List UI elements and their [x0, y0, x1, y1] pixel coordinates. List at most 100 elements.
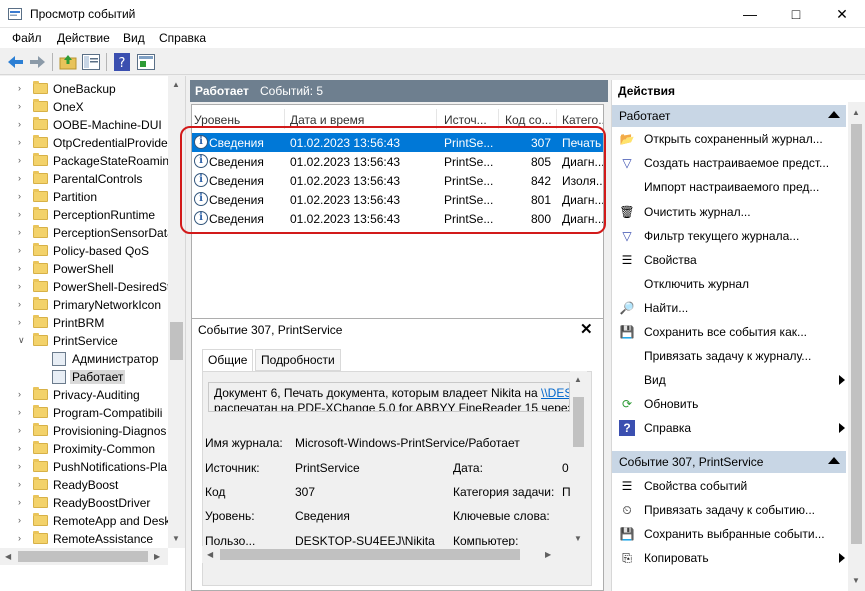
tree-child-item[interactable]: Работает	[0, 368, 170, 386]
collapsed-chevron-icon[interactable]: ›	[18, 479, 28, 489]
tree-item[interactable]: › PerceptionRuntime	[0, 206, 170, 224]
action-item[interactable]: ▽ Создать настраиваемое предст...	[617, 152, 845, 174]
help-icon[interactable]: ?	[112, 52, 132, 72]
menu-view[interactable]: Вид	[123, 31, 145, 45]
collapsed-chevron-icon[interactable]: ›	[18, 101, 28, 111]
tree-item[interactable]: › ReadyBoost	[0, 476, 170, 494]
actions-scroll-thumb[interactable]	[851, 124, 862, 544]
close-button[interactable]: ✕	[819, 0, 865, 28]
expanded-chevron-icon[interactable]: ∨	[18, 335, 28, 345]
collapsed-chevron-icon[interactable]: ›	[18, 191, 28, 201]
action-item[interactable]: Отключить журнал	[617, 273, 845, 295]
tree-item[interactable]: › RemoteAssistance	[0, 530, 170, 548]
action-item[interactable]: ⎘ Копировать	[617, 547, 845, 569]
collapsed-chevron-icon[interactable]: ›	[18, 425, 28, 435]
tree-item[interactable]: › PrintBRM	[0, 314, 170, 332]
action-item[interactable]: ▽ Фильтр текущего журнала...	[617, 225, 845, 247]
collapsed-chevron-icon[interactable]: ›	[18, 299, 28, 309]
col-category[interactable]: Катего...	[562, 113, 603, 127]
action-item[interactable]: Импорт настраиваемого пред...	[617, 176, 845, 198]
forward-arrow-icon[interactable]	[27, 52, 47, 72]
action-item[interactable]: ⏲ Привязать задачу к событию...	[617, 499, 845, 521]
action-item[interactable]: ? Справка	[617, 417, 845, 439]
show-hide-tree-icon[interactable]	[81, 52, 101, 72]
collapsed-chevron-icon[interactable]: ›	[18, 407, 28, 417]
tree-item[interactable]: › OtpCredentialProvide	[0, 134, 170, 152]
col-source[interactable]: Источ...	[444, 113, 487, 127]
col-event-id[interactable]: Код со...	[505, 113, 552, 127]
collapsed-chevron-icon[interactable]: ›	[18, 443, 28, 453]
tree-item[interactable]: › PowerShell-DesiredSt	[0, 278, 170, 296]
menu-help[interactable]: Справка	[159, 31, 206, 45]
tree-item[interactable]: › Privacy-Auditing	[0, 386, 170, 404]
collapsed-chevron-icon[interactable]: ›	[18, 119, 28, 129]
collapsed-chevron-icon[interactable]: ›	[18, 317, 28, 327]
maximize-button[interactable]: □	[773, 0, 819, 28]
collapse-up-icon[interactable]	[828, 111, 840, 118]
action-item[interactable]: ⟳ Обновить	[617, 393, 845, 415]
tree-item[interactable]: › PerceptionSensorData	[0, 224, 174, 242]
actions-section-event[interactable]: Событие 307, PrintService	[612, 451, 846, 473]
detail-vscroll-thumb[interactable]	[573, 397, 584, 447]
detail-vertical-scrollbar[interactable]: ▲ ▼	[570, 371, 587, 546]
action-item[interactable]: 💾 Сохранить все события как...	[617, 321, 845, 343]
tree-item[interactable]: › ReadyBoostDriver	[0, 494, 170, 512]
description-link[interactable]: \\DESK	[541, 386, 569, 400]
collapsed-chevron-icon[interactable]: ›	[18, 137, 28, 147]
minimize-button[interactable]: —	[727, 0, 773, 28]
tree-item[interactable]: › Provisioning-Diagnos	[0, 422, 170, 440]
tree-item[interactable]: › PowerShell	[0, 260, 170, 278]
up-folder-icon[interactable]	[58, 52, 78, 72]
collapsed-chevron-icon[interactable]: ›	[18, 497, 28, 507]
collapsed-chevron-icon[interactable]: ›	[18, 533, 28, 543]
tab-general[interactable]: Общие	[202, 349, 254, 372]
tree-horizontal-scrollbar[interactable]: ◀ ▶	[0, 548, 168, 565]
detail-close-icon[interactable]: ✕	[580, 320, 593, 338]
collapsed-chevron-icon[interactable]: ›	[18, 389, 28, 399]
tree-item[interactable]: › OneX	[0, 98, 170, 116]
tree-item[interactable]: › RemoteApp and Desk	[0, 512, 170, 530]
tree-item[interactable]: › OOBE-Machine-DUI	[0, 116, 170, 134]
collapse-up-icon[interactable]	[828, 457, 840, 464]
tree-item[interactable]: › Partition	[0, 188, 170, 206]
col-level[interactable]: Уровень	[194, 113, 240, 127]
tree-child-item[interactable]: Администратор	[0, 350, 170, 368]
collapsed-chevron-icon[interactable]: ›	[18, 461, 28, 471]
tree-hscroll-thumb[interactable]	[18, 551, 148, 562]
tab-details[interactable]: Подробности	[255, 349, 341, 371]
collapsed-chevron-icon[interactable]: ›	[18, 173, 28, 183]
actions-vertical-scrollbar[interactable]: ▲ ▼	[848, 102, 865, 591]
tree-item[interactable]: › PackageStateRoaming	[0, 152, 176, 170]
tree-item[interactable]: ∨ PrintService	[0, 332, 170, 350]
detail-hscroll-thumb[interactable]	[220, 549, 520, 560]
tree-item[interactable]: › Policy-based QoS	[0, 242, 170, 260]
action-item[interactable]: Вид	[617, 369, 845, 391]
collapsed-chevron-icon[interactable]: ›	[18, 155, 28, 165]
tree-item[interactable]: › OneBackup	[0, 80, 170, 98]
collapsed-chevron-icon[interactable]: ›	[18, 263, 28, 273]
tree-item[interactable]: › Proximity-Common	[0, 440, 170, 458]
col-datetime[interactable]: Дата и время	[290, 113, 364, 127]
back-arrow-icon[interactable]	[6, 52, 26, 72]
tree-item[interactable]: › PushNotifications-Pla	[0, 458, 170, 476]
collapsed-chevron-icon[interactable]: ›	[18, 209, 28, 219]
action-item[interactable]: Привязать задачу к журналу...	[617, 345, 845, 367]
action-item[interactable]: 💾 Сохранить выбранные событи...	[617, 523, 845, 545]
action-pane-icon[interactable]	[136, 52, 156, 72]
tree-item[interactable]: › PrimaryNetworkIcon	[0, 296, 170, 314]
tree-scroll-thumb[interactable]	[170, 322, 183, 360]
tree-item[interactable]: › ParentalControls	[0, 170, 170, 188]
action-item[interactable]: ☰ Свойства событий	[617, 475, 845, 497]
collapsed-chevron-icon[interactable]: ›	[18, 515, 28, 525]
menu-file[interactable]: Файл	[12, 31, 42, 45]
collapsed-chevron-icon[interactable]: ›	[18, 281, 28, 291]
action-item[interactable]: ☰ Свойства	[617, 249, 845, 271]
action-item[interactable]: 🔎 Найти...	[617, 297, 845, 319]
collapsed-chevron-icon[interactable]: ›	[18, 83, 28, 93]
action-item[interactable]: 📂 Открыть сохраненный журнал...	[617, 128, 845, 150]
action-item[interactable]: 🗑 Очистить журнал...	[617, 201, 845, 223]
menu-action[interactable]: Действие	[57, 31, 110, 45]
actions-section-log[interactable]: Работает	[612, 105, 846, 127]
collapsed-chevron-icon[interactable]: ›	[18, 245, 28, 255]
detail-horizontal-scrollbar[interactable]: ◀ ▶	[202, 546, 559, 563]
